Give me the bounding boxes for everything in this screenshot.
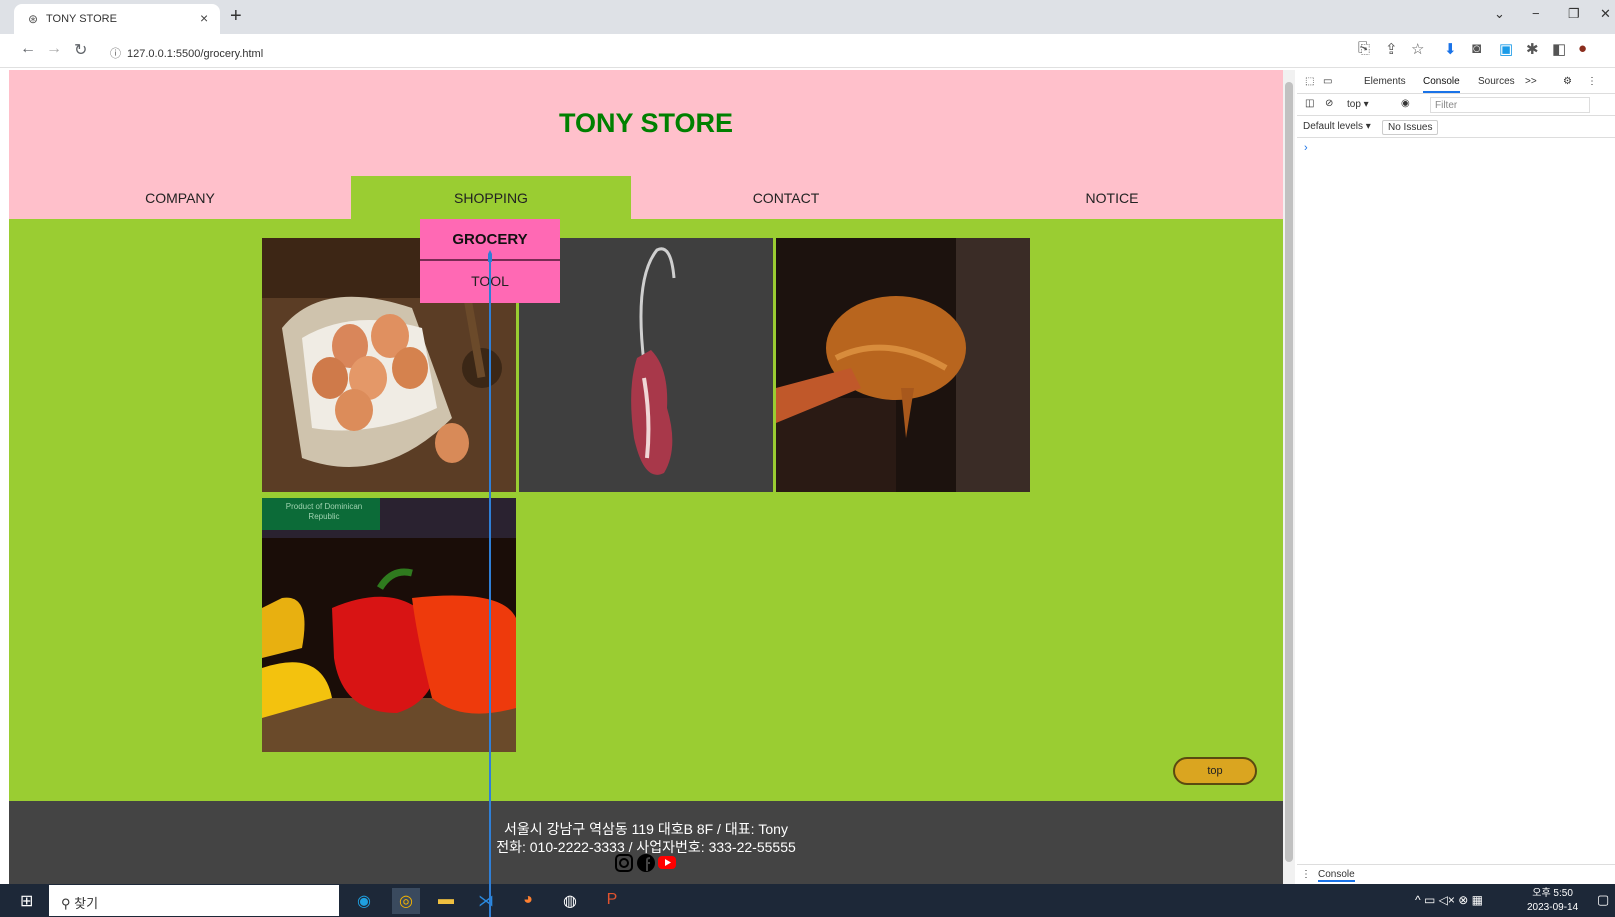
console-prompt[interactable]: › — [1304, 142, 1308, 154]
log-levels-select[interactable]: Default levels ▾ — [1303, 121, 1371, 132]
github-desktop-icon[interactable]: ◍ — [556, 888, 584, 914]
devtools-tabs: ⬚ ▭ Elements Console Sources >> ⚙ ⋮ — [1297, 70, 1615, 94]
file-explorer-icon[interactable]: ▬ — [432, 888, 460, 914]
nav-notice[interactable]: NOTICE — [941, 176, 1283, 219]
url-field[interactable]: ⓘ 127.0.0.1:5500/grocery.html — [100, 40, 1300, 64]
drawer-menu-icon[interactable]: ⋮ — [1301, 869, 1311, 880]
drawer-console-tab[interactable]: Console — [1318, 869, 1355, 882]
forward-icon[interactable]: → — [46, 40, 62, 58]
edge-icon[interactable]: ◉ — [350, 888, 378, 914]
issues-button[interactable]: No Issues — [1382, 120, 1439, 135]
instagram-icon[interactable] — [615, 854, 633, 872]
restore-button[interactable]: ❐ — [1568, 6, 1580, 22]
share-icon[interactable]: ⇪ — [1385, 40, 1398, 58]
vscode-icon[interactable]: ⋊ — [472, 888, 500, 914]
facebook-icon[interactable] — [637, 854, 655, 872]
eye-icon[interactable]: ◉ — [1401, 98, 1410, 109]
more-tabs-button[interactable]: >> — [1525, 76, 1537, 87]
notification-icon[interactable]: ▢ — [1597, 892, 1609, 908]
social-links — [614, 853, 678, 873]
taskbar-search-text: 찾기 — [74, 896, 99, 911]
peppers-image[interactable]: Product of Dominican Republic — [262, 498, 516, 752]
search-icon: ⚲ — [61, 896, 71, 911]
download-extension-icon[interactable]: ⬇ — [1444, 40, 1457, 58]
main-nav: COMPANY SHOPPING CONTACT NOTICE — [9, 176, 1283, 219]
side-panel-icon[interactable]: ◧ — [1552, 40, 1566, 58]
site-footer: 서울시 강남구 역삼동 119 대호B 8F / 대표: Tony 전화: 01… — [9, 801, 1283, 887]
minimize-button[interactable]: − — [1532, 6, 1540, 21]
sauce-image[interactable] — [776, 238, 1030, 492]
bookmark-star-icon[interactable]: ☆ — [1411, 40, 1424, 58]
chrome-icon[interactable]: ◎ — [392, 888, 420, 914]
clock-time: 오후 5:50 — [1532, 888, 1573, 899]
new-tab-button[interactable]: + — [230, 5, 242, 28]
clear-console-icon[interactable]: ⊘ — [1325, 98, 1333, 109]
site-header: TONY STORE COMPANY SHOPPING CONTACT NOTI… — [9, 70, 1283, 219]
site-info-icon[interactable]: ⓘ — [110, 48, 121, 60]
nav-company[interactable]: COMPANY — [9, 176, 351, 219]
system-tray-icons[interactable]: ^ ▭ ◁× ⊗ ▦ — [1415, 893, 1483, 907]
console-levels-bar: Default levels ▾ No Issues — [1297, 116, 1615, 138]
context-select[interactable]: top ▾ — [1347, 99, 1369, 110]
tab-console[interactable]: Console — [1423, 76, 1460, 93]
puzzle-extensions-icon[interactable]: ✱ — [1526, 40, 1539, 58]
peppers-overlay-text: Product of Dominican Republic — [285, 502, 363, 521]
profile-avatar[interactable]: ● — [1578, 40, 1587, 57]
taskbar-clock[interactable]: 오후 5:50 2023-09-14 — [1527, 887, 1578, 915]
annotation-arrow — [488, 250, 492, 917]
browser-tab-bar: ⊛ TONY STORE × + ⌄ − ❐ ✕ — [0, 0, 1615, 34]
taskbar-search[interactable]: ⚲ 찾기 — [49, 885, 339, 916]
tab-title: TONY STORE — [46, 13, 117, 25]
page-scrollbar[interactable] — [1283, 70, 1295, 885]
camera-extension-icon[interactable]: ◙ — [1472, 40, 1481, 57]
devtools-drawer: ⋮ Console — [1297, 864, 1615, 885]
devtools-panel: ⬚ ▭ Elements Console Sources >> ⚙ ⋮ ◫ ⊘ … — [1283, 70, 1615, 885]
windows-start-icon[interactable]: ⊞ — [20, 891, 33, 911]
firefox-icon[interactable]: ◕ — [514, 888, 542, 914]
browser-tab[interactable]: ⊛ TONY STORE × — [14, 4, 220, 34]
tab-elements[interactable]: Elements — [1364, 76, 1406, 87]
console-filter-input[interactable]: Filter — [1430, 97, 1590, 113]
reload-icon[interactable]: ↻ — [74, 40, 87, 60]
windows-taskbar: ⊞ ⚲ 찾기 ◉ ◎ ▬ ⋊ ◕ ◍ P ^ ▭ ◁× ⊗ ▦ 오후 5:50 … — [0, 884, 1615, 917]
inspect-icon[interactable]: ⬚ — [1305, 76, 1314, 87]
back-icon[interactable]: ← — [20, 40, 36, 58]
sidebar-toggle-icon[interactable]: ◫ — [1305, 98, 1314, 109]
tab-sources[interactable]: Sources — [1478, 76, 1515, 87]
settings-gear-icon[interactable]: ⚙ — [1563, 76, 1572, 87]
clock-date: 2023-09-14 — [1527, 902, 1579, 913]
device-toggle-icon[interactable]: ▭ — [1323, 76, 1332, 87]
more-options-icon[interactable]: ⋮ — [1587, 76, 1597, 87]
context-value: top — [1347, 99, 1361, 110]
powerpoint-icon[interactable]: P — [598, 888, 626, 914]
tab-close-button[interactable]: × — [200, 10, 208, 26]
youtube-icon[interactable] — [658, 856, 676, 869]
close-window-button[interactable]: ✕ — [1600, 6, 1611, 22]
translate-icon[interactable]: ⎘ — [1358, 40, 1370, 57]
scrollbar-thumb[interactable] — [1285, 82, 1293, 862]
url-text: 127.0.0.1:5500/grocery.html — [127, 48, 264, 60]
site-title: TONY STORE — [558, 108, 734, 138]
footer-address: 서울시 강남구 역삼동 119 대호B 8F / 대표: Tony — [504, 821, 788, 837]
tab-search-icon[interactable]: ⌄ — [1494, 6, 1505, 22]
globe-icon: ⊛ — [28, 12, 39, 26]
web-page: TONY STORE COMPANY SHOPPING CONTACT NOTI… — [9, 70, 1283, 887]
scroll-top-button[interactable]: top — [1173, 757, 1257, 785]
nav-shopping[interactable]: SHOPPING — [351, 176, 631, 219]
console-toolbar: ◫ ⊘ top ▾ ◉ Filter — [1297, 94, 1615, 116]
nav-contact[interactable]: CONTACT — [631, 176, 941, 219]
extension-icon[interactable]: ▣ — [1499, 40, 1513, 58]
